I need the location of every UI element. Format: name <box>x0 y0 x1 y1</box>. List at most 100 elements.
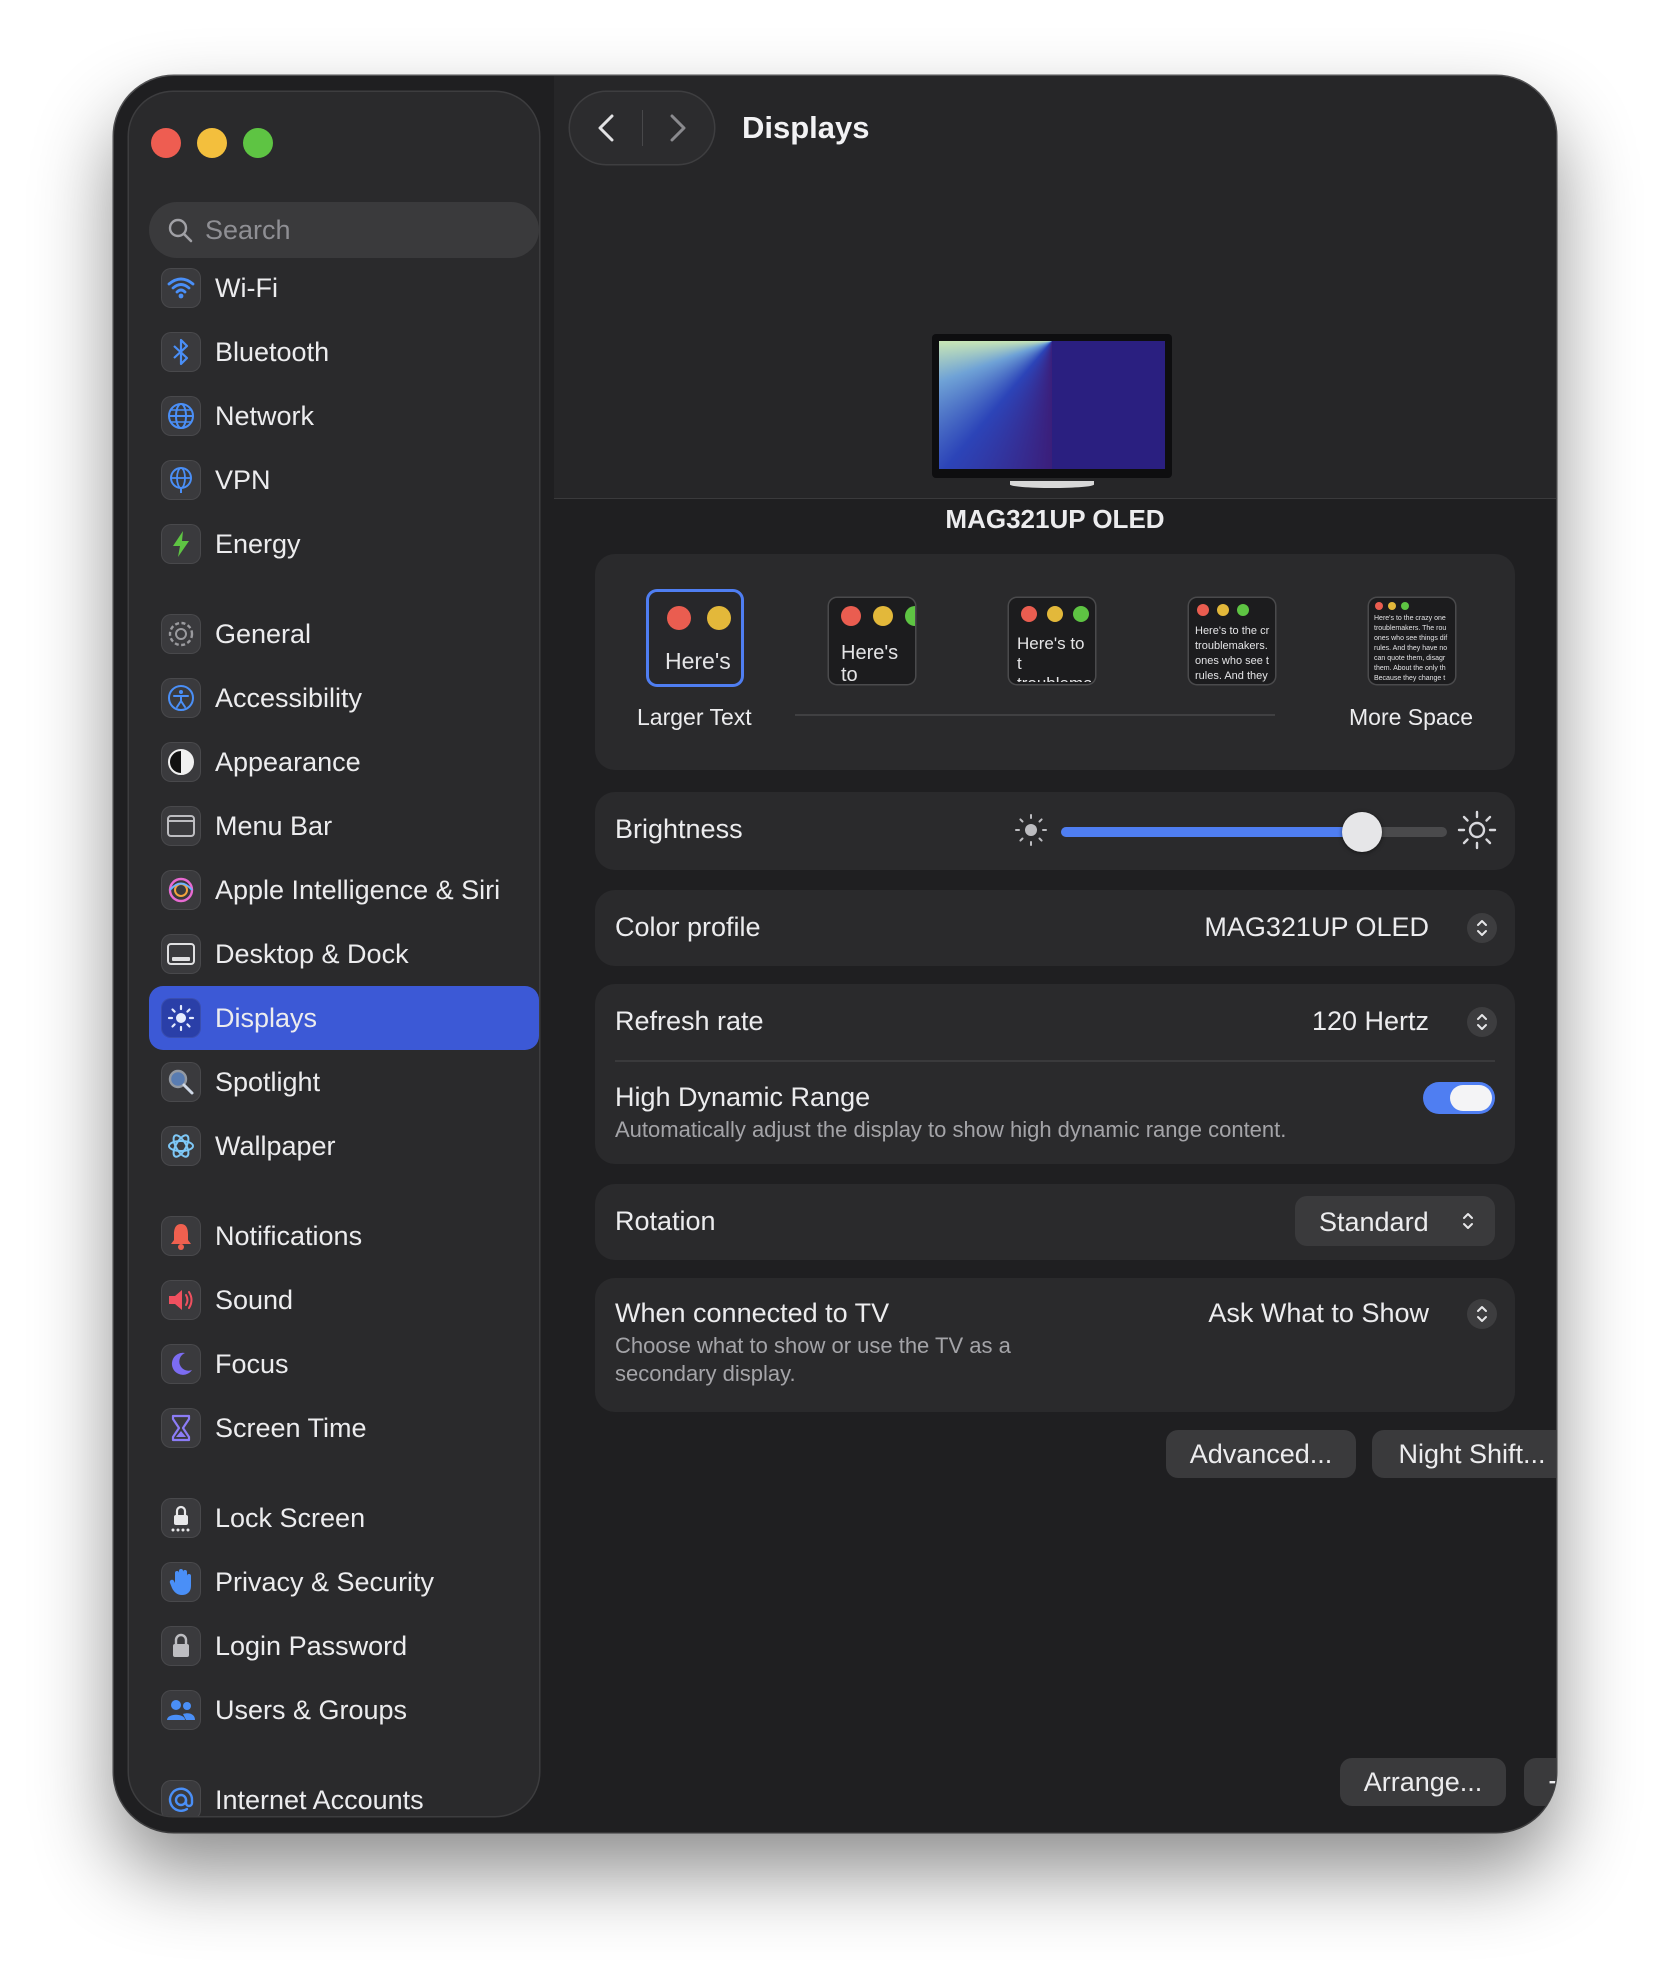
brightness-slider-knob[interactable] <box>1342 812 1383 852</box>
wifi-icon <box>161 268 201 308</box>
sidebar: Search Wi-Fi Bluetooth Network VPN Energy Gen… <box>129 92 539 1816</box>
main-pane: Displays MAG321UP OLED Here's Here's to … <box>554 76 1556 1832</box>
resolution-option-4[interactable]: Here's to the cr troublemakers. ones who… <box>1189 598 1275 684</box>
moon-icon <box>161 1344 201 1384</box>
sidebar-item-label: Network <box>215 400 315 431</box>
globe-icon <box>161 396 201 436</box>
back-button[interactable] <box>570 92 642 164</box>
resolution-track <box>795 714 1275 716</box>
sidebar-item-displays[interactable]: Displays <box>149 986 539 1050</box>
sidebar-item-wallpaper[interactable]: Wallpaper <box>149 1114 539 1178</box>
sidebar-item-label: Desktop & Dock <box>215 938 409 969</box>
tv-description-line1: Choose what to show or use the TV as a <box>615 1333 1011 1358</box>
sidebar-item-label: Displays <box>215 1002 318 1033</box>
close-button[interactable] <box>151 128 181 158</box>
sidebar-item-general[interactable]: General <box>149 602 539 666</box>
tv-popup[interactable] <box>1467 1299 1497 1329</box>
hdr-description: Automatically adjust the display to show… <box>615 1117 1287 1142</box>
tv-value: Ask What to Show <box>1208 1298 1429 1328</box>
sidebar-item-bluetooth[interactable]: Bluetooth <box>149 320 539 384</box>
sidebar-item-desktop-and-dock[interactable]: Desktop & Dock <box>149 922 539 986</box>
sidebar-item-accessibility[interactable]: Accessibility <box>149 666 539 730</box>
appearance-icon <box>161 742 201 782</box>
rotation-popup[interactable]: Standard <box>1295 1196 1495 1246</box>
sidebar-item-label: Wallpaper <box>215 1130 336 1161</box>
sidebar-item-login-password[interactable]: Login Password <box>149 1614 539 1678</box>
resolution-option-3[interactable]: Here's to t troublema ones who <box>1009 598 1095 684</box>
sidebar-item-label: Lock Screen <box>215 1502 366 1533</box>
chevron-right-icon <box>670 114 686 142</box>
resolution-sample-text: Here's <box>665 648 731 674</box>
resolution-option-5[interactable]: Here's to the crazy one troublemakers. T… <box>1369 598 1455 684</box>
sidebar-item-privacy-and-security[interactable]: Privacy & Security <box>149 1550 539 1614</box>
sidebar-item-screen-time[interactable]: Screen Time <box>149 1396 539 1460</box>
sidebar-item-spotlight[interactable]: Spotlight <box>149 1050 539 1114</box>
up-down-chevron-icon <box>1477 920 1487 936</box>
menu-bar-icon <box>161 806 201 846</box>
hdr-toggle[interactable] <box>1423 1082 1495 1114</box>
more-space-label: More Space <box>1349 704 1474 730</box>
navigation-buttons <box>570 92 714 164</box>
tv-description-line2: secondary display. <box>615 1361 796 1386</box>
sidebar-item-label: Internet Accounts <box>215 1784 424 1815</box>
up-down-chevron-icon <box>1477 1306 1487 1322</box>
sidebar-item-appearance[interactable]: Appearance <box>149 730 539 794</box>
sidebar-item-sound[interactable]: Sound <box>149 1268 539 1332</box>
sidebar-item-lock-screen[interactable]: Lock Screen <box>149 1486 539 1550</box>
bluetooth-icon <box>161 332 201 372</box>
advanced-button[interactable]: Advanced... <box>1166 1430 1356 1478</box>
color-profile-value: MAG321UP OLED <box>1204 912 1429 942</box>
minimize-button[interactable] <box>197 128 227 158</box>
sidebar-item-users-and-groups[interactable]: Users & Groups <box>149 1678 539 1742</box>
sidebar-item-focus[interactable]: Focus <box>149 1332 539 1396</box>
chevron-left-icon <box>598 114 614 142</box>
resolution-sample-text: Here's to the crazy one troublemakers. T… <box>1374 615 1448 682</box>
dock-icon <box>161 934 201 974</box>
vpn-globe-icon <box>161 460 201 500</box>
resolution-option-2[interactable]: Here's to troublem <box>829 598 915 684</box>
sidebar-item-energy[interactable]: Energy <box>149 512 539 576</box>
night-shift-button[interactable]: Night Shift... <box>1372 1430 1556 1478</box>
display-header: MAG321UP OLED <box>554 182 1556 534</box>
sidebar-item-menu-bar[interactable]: Menu Bar <box>149 794 539 858</box>
resolution-sample-text: Here's to t troublema ones who <box>1017 634 1091 682</box>
zoom-button[interactable] <box>243 128 273 158</box>
add-icon: + <box>1548 1764 1556 1801</box>
brightness-high-icon <box>1457 810 1497 850</box>
brightness-slider[interactable] <box>1061 812 1447 852</box>
sidebar-item-network[interactable]: Network <box>149 384 539 448</box>
color-profile-row[interactable]: Color profile MAG321UP OLED <box>595 890 1515 966</box>
sidebar-item-internet-accounts[interactable]: Internet Accounts <box>149 1768 539 1816</box>
sidebar-item-notifications[interactable]: Notifications <box>149 1204 539 1268</box>
monitor-stand <box>1010 481 1094 488</box>
tv-label: When connected to TV <box>615 1298 890 1328</box>
monitor-wallpaper <box>939 341 1165 469</box>
sidebar-item-label: Appearance <box>215 746 361 777</box>
sidebar-item-wi-fi[interactable]: Wi-Fi <box>149 256 539 320</box>
sidebar-item-label: Login Password <box>215 1630 408 1661</box>
refresh-rate-popup[interactable] <box>1467 1007 1497 1037</box>
sidebar-item-label: Apple Intelligence & Siri <box>215 874 501 905</box>
row-divider <box>615 1060 1495 1062</box>
search-field[interactable]: Search <box>149 202 539 258</box>
sun-icon <box>161 998 201 1038</box>
monitor-thumbnail[interactable] <box>932 334 1172 488</box>
forward-button[interactable] <box>643 92 715 164</box>
hdr-toggle-knob <box>1450 1085 1492 1111</box>
settings-window: Search Wi-Fi Bluetooth Network VPN Energy Gen… <box>114 76 1556 1832</box>
add-display-menu[interactable]: + <box>1524 1758 1556 1806</box>
sidebar-item-label: Bluetooth <box>215 336 330 367</box>
brightness-slider-fill <box>1061 827 1363 837</box>
brightness-low-icon <box>1015 814 1047 846</box>
at-icon <box>161 1780 201 1816</box>
arrange-button[interactable]: Arrange... <box>1340 1758 1506 1806</box>
users-icon <box>161 1690 201 1730</box>
resolution-option-1[interactable]: Here's <box>649 592 741 684</box>
sidebar-item-vpn[interactable]: VPN <box>149 448 539 512</box>
larger-text-label: Larger Text <box>637 704 752 730</box>
sidebar-item-apple-intelligence-and-siri[interactable]: Apple Intelligence & Siri <box>149 858 539 922</box>
rotation-row: Rotation Standard <box>595 1184 1515 1260</box>
color-profile-popup[interactable] <box>1467 913 1497 943</box>
